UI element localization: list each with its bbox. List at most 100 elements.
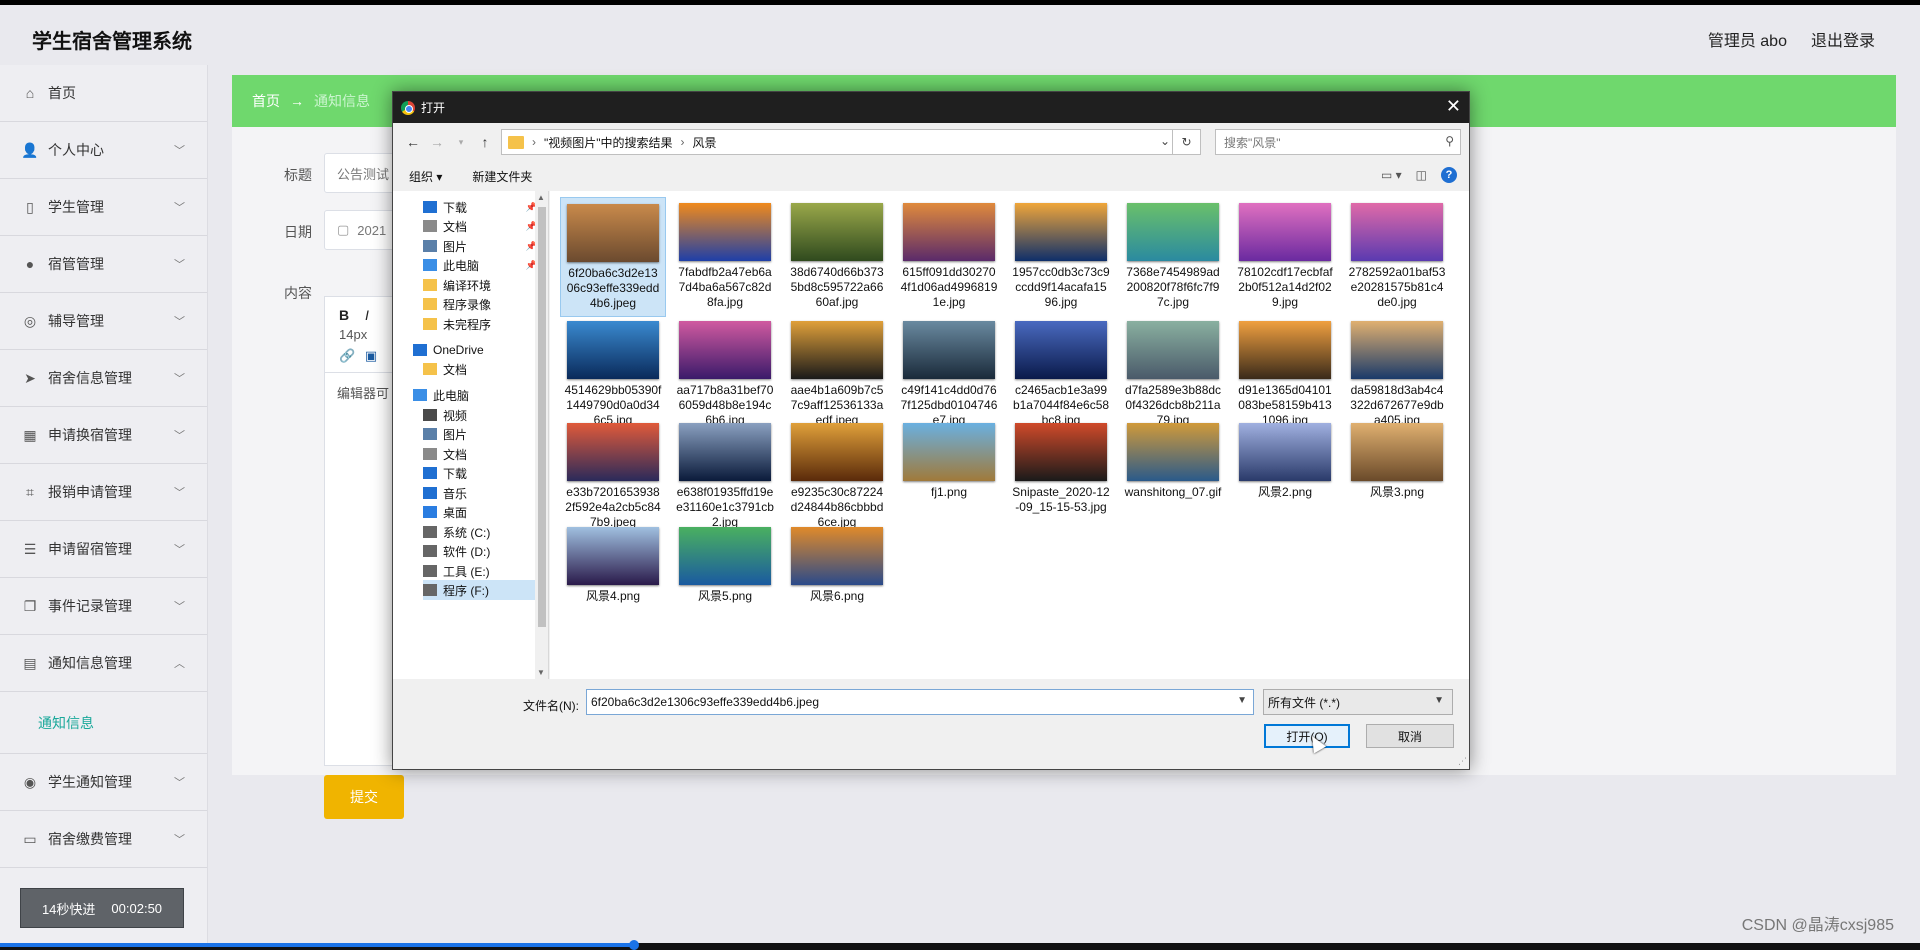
- scroll-down-icon[interactable]: ▼: [537, 668, 545, 677]
- search-placeholder: 搜索"风景": [1224, 135, 1281, 150]
- resize-grip-icon[interactable]: ⋰: [1458, 756, 1467, 767]
- nav-item[interactable]: 此电脑: [413, 385, 533, 405]
- sidebar-item[interactable]: ☰ 申请留宿管理 ﹀: [0, 521, 207, 578]
- sidebar-item[interactable]: ▤ 通知信息管理 ︿: [0, 635, 207, 692]
- nav-item[interactable]: 软件 (D:): [423, 541, 543, 561]
- file-item[interactable]: 风景3.png: [1344, 417, 1450, 537]
- back-arrow-icon[interactable]: ←: [401, 134, 425, 150]
- nav-item[interactable]: OneDrive: [413, 340, 533, 360]
- breadcrumb-home[interactable]: 首页: [252, 91, 280, 111]
- file-item[interactable]: 风景4.png: [560, 521, 666, 641]
- scroll-up-icon[interactable]: ▲: [537, 193, 545, 202]
- file-item[interactable]: e33b72016539382f592e4a2cb5c847b9.jpeg: [560, 417, 666, 537]
- nav-item[interactable]: 文档 📌: [423, 216, 543, 236]
- nav-item[interactable]: 编译环境: [423, 275, 543, 295]
- sidebar-item[interactable]: ❐ 事件记录管理 ﹀: [0, 578, 207, 635]
- search-input[interactable]: 搜索"风景" ⚲: [1215, 129, 1461, 155]
- open-button[interactable]: 打开(O): [1264, 724, 1350, 748]
- file-item[interactable]: 7368e7454989ad200820f78f6fc7f97c.jpg: [1120, 197, 1226, 317]
- file-name: 1957cc0db3c73c9ccdd9f14acafa1596.jpg: [1012, 265, 1110, 309]
- image-icon[interactable]: ▣: [365, 348, 377, 363]
- logout-link[interactable]: 退出登录: [1811, 27, 1875, 51]
- chevron-down-icon[interactable]: ⌄: [1160, 134, 1170, 148]
- italic-button[interactable]: I: [365, 307, 369, 323]
- sidebar-item[interactable]: ⌂ 首页: [0, 65, 207, 122]
- file-item[interactable]: 615ff091dd302704f1d06ad49968191e.jpg: [896, 197, 1002, 317]
- path-root[interactable]: "视频图片"中的搜索结果: [544, 134, 673, 151]
- scroll-thumb[interactable]: [538, 207, 546, 627]
- image-thumbnail: [567, 423, 659, 481]
- forward-arrow-icon[interactable]: →: [425, 134, 449, 150]
- file-item[interactable]: 6f20ba6c3d2e1306c93effe339edd4b6.jpeg: [560, 197, 666, 317]
- video-progress-knob[interactable]: [628, 940, 639, 950]
- user-name[interactable]: 管理员 abo: [1708, 27, 1787, 51]
- sidebar-item[interactable]: ◎ 辅导管理 ﹀: [0, 293, 207, 350]
- video-progress-bar[interactable]: [0, 940, 1920, 950]
- sidebar-item[interactable]: ⌗ 报销申请管理 ﹀: [0, 464, 207, 521]
- sidebar-item[interactable]: ▭ 宿舍缴费管理 ﹀: [0, 811, 207, 868]
- file-item[interactable]: 1957cc0db3c73c9ccdd9f14acafa1596.jpg: [1008, 197, 1114, 317]
- sidebar-item[interactable]: ● 宿管管理 ﹀: [0, 236, 207, 293]
- nav-item[interactable]: 图片: [423, 424, 543, 444]
- nav-item[interactable]: 下载: [423, 463, 543, 483]
- path-current[interactable]: 风景: [693, 134, 717, 151]
- view-mode-icon[interactable]: ▭ ▾: [1381, 168, 1402, 182]
- file-item[interactable]: 风景6.png: [784, 521, 890, 641]
- file-item[interactable]: fj1.png: [896, 417, 1002, 537]
- help-icon[interactable]: ?: [1441, 167, 1457, 183]
- filename-input[interactable]: 6f20ba6c3d2e1306c93effe339edd4b6.jpeg ▼: [586, 689, 1254, 715]
- nav-item[interactable]: 图片 📌: [423, 236, 543, 256]
- organize-menu[interactable]: 组织 ▾: [409, 168, 442, 185]
- nav-item[interactable]: 文档: [423, 359, 543, 379]
- file-item[interactable]: Snipaste_2020-12-09_15-15-53.jpg: [1008, 417, 1114, 537]
- nav-item[interactable]: 此电脑 📌: [423, 255, 543, 275]
- chevron-up-icon: ︿: [174, 658, 185, 670]
- file-item[interactable]: wanshitong_07.gif: [1120, 417, 1226, 537]
- breadcrumb-arrow: →: [290, 93, 304, 109]
- sidebar-item[interactable]: ▯ 学生管理 ﹀: [0, 179, 207, 236]
- file-item[interactable]: e638f01935ffd19ee31160e1c3791cb2.jpg: [672, 417, 778, 537]
- nav-item[interactable]: 系统 (C:): [423, 522, 543, 542]
- nav-item[interactable]: 程序 (F:): [423, 580, 543, 600]
- refresh-icon[interactable]: ↻: [1172, 130, 1200, 154]
- nav-item[interactable]: 下载 📌: [423, 197, 543, 217]
- address-bar[interactable]: › "视频图片"中的搜索结果 › 风景 ⌄ ↻: [501, 129, 1201, 155]
- close-icon[interactable]: ✕: [1446, 96, 1461, 117]
- sidebar-item[interactable]: ➤ 宿舍信息管理 ﹀: [0, 350, 207, 407]
- nav-item[interactable]: 文档: [423, 444, 543, 464]
- nav-item[interactable]: 工具 (E:): [423, 561, 543, 581]
- new-folder-button[interactable]: 新建文件夹: [472, 168, 532, 185]
- filetype-select[interactable]: 所有文件 (*.*) ▼: [1263, 689, 1453, 715]
- recent-chevron-icon[interactable]: ▾: [449, 137, 473, 148]
- nav-item[interactable]: 音乐: [423, 483, 543, 503]
- title-label: 标题: [284, 167, 312, 183]
- link-icon[interactable]: 🔗: [339, 348, 355, 363]
- nav-item[interactable]: 桌面: [423, 502, 543, 522]
- chevron-down-icon[interactable]: ▼: [1434, 695, 1444, 706]
- cancel-button[interactable]: 取消: [1366, 724, 1454, 748]
- image-thumbnail: [1351, 423, 1443, 481]
- submenu-item-notice[interactable]: 通知信息: [0, 692, 207, 754]
- sidebar-item[interactable]: ◉ 学生通知管理 ﹀: [0, 754, 207, 811]
- preview-pane-icon[interactable]: ◫: [1416, 168, 1427, 182]
- sidebar-item[interactable]: ▦ 申请换宿管理 ﹀: [0, 407, 207, 464]
- submit-button[interactable]: 提交: [324, 775, 404, 819]
- sidebar-item[interactable]: 👤 个人中心 ﹀: [0, 122, 207, 179]
- file-item[interactable]: 风景2.png: [1232, 417, 1338, 537]
- file-item[interactable]: 78102cdf17ecbfaf2b0f512a14d2f029.jpg: [1232, 197, 1338, 317]
- nav-item[interactable]: 程序录像: [423, 294, 543, 314]
- nav-scrollbar[interactable]: ▲ ▼: [535, 191, 548, 679]
- chevron-down-icon[interactable]: ▼: [1237, 695, 1247, 706]
- picture-icon: [423, 240, 437, 252]
- up-arrow-icon[interactable]: ↑: [473, 134, 497, 150]
- file-item[interactable]: e9235c30c87224d24844b86cbbbd6ce.jpg: [784, 417, 890, 537]
- file-item[interactable]: 风景5.png: [672, 521, 778, 641]
- file-item[interactable]: 7fabdfb2a47eb6a7d4ba6a567c82d8fa.jpg: [672, 197, 778, 317]
- chevron-down-icon: ﹀: [174, 145, 185, 157]
- file-item[interactable]: 38d6740d66b3735bd8c595722a6660af.jpg: [784, 197, 890, 317]
- file-name: 风景5.png: [697, 589, 753, 603]
- nav-item[interactable]: 视频: [423, 405, 543, 425]
- file-item[interactable]: 2782592a01baf53e20281575b81c4de0.jpg: [1344, 197, 1450, 317]
- nav-item[interactable]: 未完程序: [423, 314, 543, 334]
- bold-button[interactable]: B: [339, 307, 349, 323]
